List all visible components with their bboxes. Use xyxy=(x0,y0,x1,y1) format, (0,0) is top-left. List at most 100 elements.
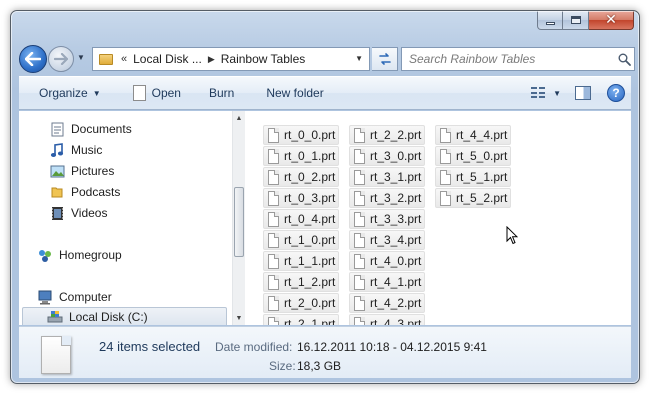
explorer-window: ✕ ▼ « Local Disk ... ▶ Rainbow Tables ▼ xyxy=(10,10,640,384)
minimize-button[interactable] xyxy=(537,11,563,30)
file-name: rt_4_1.prt xyxy=(370,275,422,289)
file-item[interactable]: rt_4_2.prt xyxy=(349,293,425,313)
file-item[interactable]: rt_2_1.prt xyxy=(263,314,339,325)
organize-button[interactable]: Organize ▼ xyxy=(19,77,111,109)
refresh-button[interactable] xyxy=(372,47,398,71)
file-item[interactable]: rt_3_4.prt xyxy=(349,230,425,250)
breadcrumb-rainbow-tables[interactable]: Rainbow Tables xyxy=(221,52,306,66)
file-item[interactable]: rt_1_1.prt xyxy=(263,251,339,271)
file-icon xyxy=(354,232,365,248)
file-item[interactable]: rt_4_3.prt xyxy=(349,314,425,325)
file-item[interactable]: rt_1_0.prt xyxy=(263,230,339,250)
nav-item-label: Music xyxy=(71,143,103,157)
view-options-dropdown[interactable]: ▼ xyxy=(553,89,561,98)
file-list[interactable]: rt_0_0.prt rt_0_1.prt rt_0_2.prt rt_0_3.… xyxy=(245,111,631,325)
close-button[interactable]: ✕ xyxy=(589,11,634,30)
forward-button[interactable] xyxy=(48,46,74,72)
command-bar: Organize ▼ Open Burn New folder ▼ ? xyxy=(19,76,631,110)
file-item[interactable]: rt_3_3.prt xyxy=(349,209,425,229)
file-icon xyxy=(268,127,279,143)
nav-item-homegroup[interactable]: Homegroup xyxy=(37,245,122,265)
open-button[interactable]: Open xyxy=(111,77,191,109)
search-input[interactable]: Search Rainbow Tables xyxy=(409,52,614,66)
file-item[interactable]: rt_0_0.prt xyxy=(263,125,339,145)
podcasts-icon xyxy=(49,184,65,200)
file-item[interactable]: rt_1_2.prt xyxy=(263,272,339,292)
breadcrumb-separator-icon[interactable]: ▶ xyxy=(208,54,215,65)
burn-button[interactable]: Burn xyxy=(191,77,244,109)
nav-item-music[interactable]: Music xyxy=(49,140,102,160)
address-bar[interactable]: « Local Disk ... ▶ Rainbow Tables ▼ xyxy=(92,47,370,71)
nav-item-label: Documents xyxy=(71,122,132,136)
file-item[interactable]: rt_4_1.prt xyxy=(349,272,425,292)
file-icon xyxy=(354,316,365,325)
file-icon xyxy=(440,190,451,206)
change-view-icon[interactable] xyxy=(531,87,546,99)
file-name: rt_4_2.prt xyxy=(370,296,422,310)
file-icon xyxy=(354,253,365,269)
videos-icon xyxy=(49,205,65,221)
file-item[interactable]: rt_4_0.prt xyxy=(349,251,425,271)
address-overflow-chevron[interactable]: « xyxy=(121,53,127,65)
nav-pane-scrollbar[interactable]: ▲ ▼ xyxy=(232,111,245,325)
file-item[interactable]: rt_4_4.prt xyxy=(435,125,511,145)
nav-item-local-disk[interactable]: Local Disk (C:) xyxy=(22,307,227,325)
file-item[interactable]: rt_0_2.prt xyxy=(263,167,339,187)
file-name: rt_2_2.prt xyxy=(370,128,422,142)
nav-item-videos[interactable]: Videos xyxy=(49,203,107,223)
file-icon xyxy=(268,148,279,164)
file-name: rt_4_0.prt xyxy=(370,254,422,268)
nav-item-documents[interactable]: Documents xyxy=(49,119,132,139)
nav-item-podcasts[interactable]: Podcasts xyxy=(49,182,120,202)
computer-icon xyxy=(37,289,53,305)
file-item[interactable]: rt_0_1.prt xyxy=(263,146,339,166)
maximize-icon xyxy=(570,16,581,24)
help-icon[interactable]: ? xyxy=(607,84,625,102)
file-icon xyxy=(440,169,451,185)
scroll-up-icon[interactable]: ▲ xyxy=(233,111,245,125)
file-item[interactable]: rt_3_1.prt xyxy=(349,167,425,187)
file-item[interactable]: rt_2_0.prt xyxy=(263,293,339,313)
file-icon xyxy=(268,211,279,227)
file-item[interactable]: rt_0_4.prt xyxy=(263,209,339,229)
new-folder-label: New folder xyxy=(266,86,324,100)
minimize-icon xyxy=(545,21,555,25)
file-icon xyxy=(354,169,365,185)
file-item[interactable]: rt_5_0.prt xyxy=(435,146,511,166)
file-icon xyxy=(268,232,279,248)
file-item[interactable]: rt_3_2.prt xyxy=(349,188,425,208)
nav-item-pictures[interactable]: Pictures xyxy=(49,161,114,181)
file-item[interactable]: rt_5_1.prt xyxy=(435,167,511,187)
search-box[interactable]: Search Rainbow Tables xyxy=(401,47,635,71)
file-name: rt_2_1.prt xyxy=(284,317,336,325)
file-name: rt_5_0.prt xyxy=(456,149,508,163)
local-disk-label: Local Disk (C:) xyxy=(69,310,148,324)
scroll-down-icon[interactable]: ▼ xyxy=(233,311,245,325)
breadcrumb-local-disk[interactable]: Local Disk ... xyxy=(133,52,202,66)
file-name: rt_5_2.prt xyxy=(456,191,508,205)
file-name: rt_0_4.prt xyxy=(284,212,336,226)
nav-item-label: Podcasts xyxy=(71,185,121,199)
file-name: rt_0_3.prt xyxy=(284,191,336,205)
file-item[interactable]: rt_5_2.prt xyxy=(435,188,511,208)
nav-item-computer[interactable]: Computer xyxy=(37,287,112,307)
file-item[interactable]: rt_0_3.prt xyxy=(263,188,339,208)
file-name: rt_1_2.prt xyxy=(284,275,336,289)
scrollbar-thumb[interactable] xyxy=(234,187,244,257)
preview-pane-icon[interactable] xyxy=(575,86,591,100)
file-name: rt_0_0.prt xyxy=(284,128,336,142)
search-icon[interactable] xyxy=(614,53,634,66)
file-item[interactable]: rt_3_0.prt xyxy=(349,146,425,166)
back-button[interactable] xyxy=(19,45,47,73)
open-label: Open xyxy=(151,86,181,100)
close-icon: ✕ xyxy=(605,12,617,28)
recent-locations-dropdown[interactable]: ▼ xyxy=(77,53,85,62)
maximize-button[interactable] xyxy=(563,11,589,30)
file-name: rt_1_0.prt xyxy=(284,233,336,247)
file-item[interactable]: rt_2_2.prt xyxy=(349,125,425,145)
new-folder-button[interactable]: New folder xyxy=(244,77,333,109)
address-history-dropdown[interactable]: ▼ xyxy=(355,54,363,63)
documents-icon xyxy=(49,121,65,137)
back-arrow-icon xyxy=(25,52,41,66)
file-name: rt_3_2.prt xyxy=(370,191,422,205)
